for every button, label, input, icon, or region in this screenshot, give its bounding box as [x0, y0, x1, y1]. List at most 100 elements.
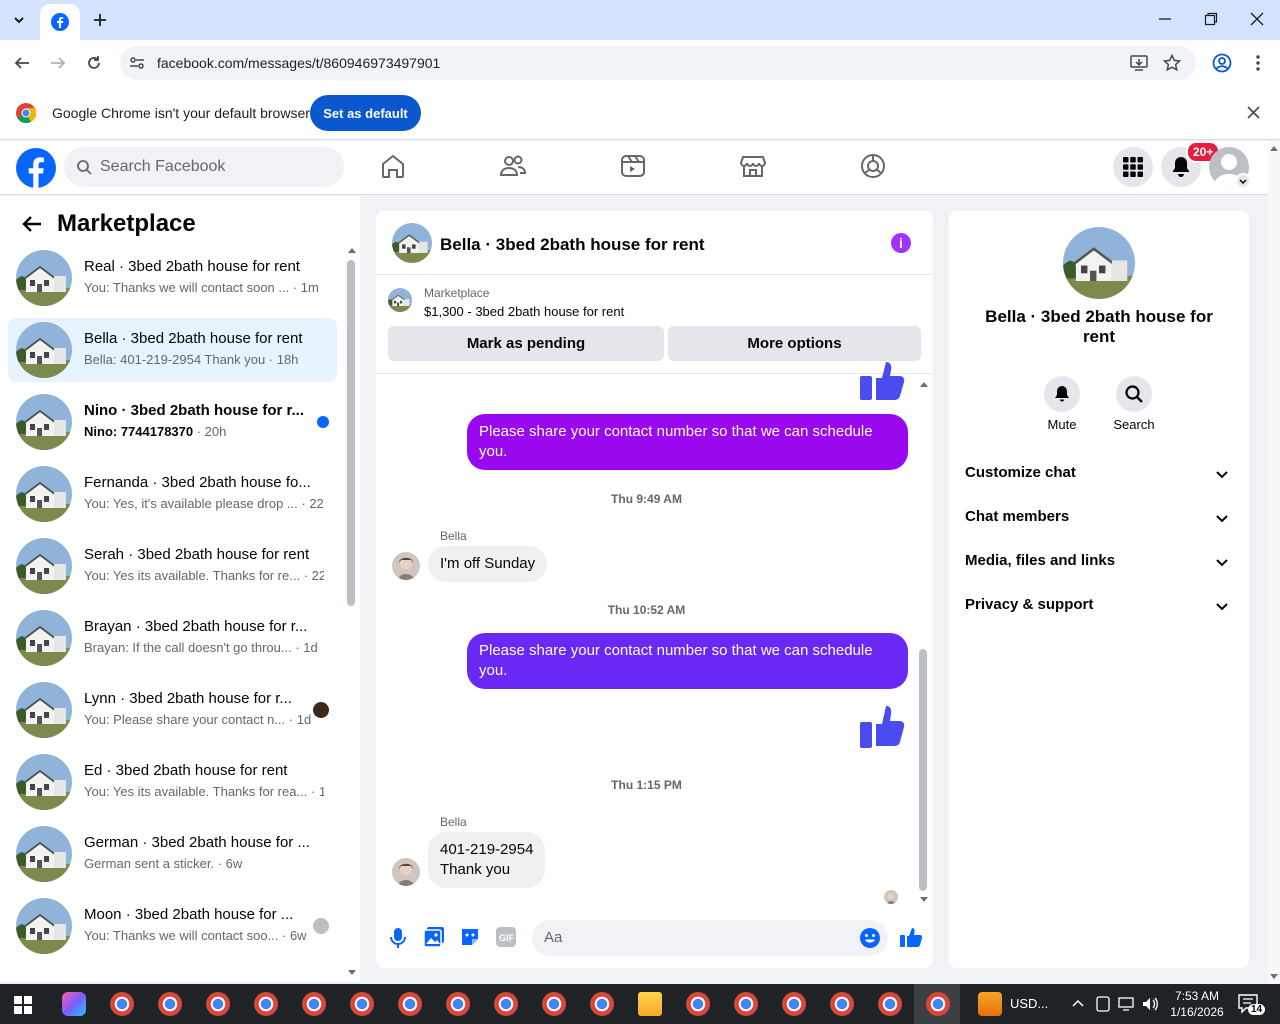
- conversation-item[interactable]: Real · 3bed 2bath house for rent You: Tha…: [8, 246, 337, 310]
- privacy-support-row[interactable]: Privacy & support: [965, 596, 1235, 624]
- gif-icon[interactable]: GIF: [496, 927, 516, 947]
- chat-scroll-down-icon[interactable]: [919, 896, 929, 904]
- conversation-item[interactable]: Fernanda · 3bed 2bath house fo... You: Ye…: [8, 462, 337, 526]
- send-like-icon[interactable]: [900, 927, 922, 947]
- menu-grid-button[interactable]: [1113, 147, 1153, 187]
- sticker-icon[interactable]: [460, 927, 480, 947]
- minimize-icon[interactable]: [1158, 12, 1172, 26]
- install-app-icon[interactable]: [1130, 54, 1148, 72]
- back-arrow-icon[interactable]: [22, 215, 42, 233]
- set-as-default-button[interactable]: Set as default: [310, 95, 421, 131]
- windows-start-icon[interactable]: [14, 996, 32, 1014]
- conversation-item[interactable]: Bella · 3bed 2bath house for rent Bella: …: [8, 318, 337, 382]
- incoming-message[interactable]: 401-219-2954 Thank you: [428, 832, 546, 888]
- chat-scroll-up-icon[interactable]: [919, 380, 929, 388]
- nav-friends-icon[interactable]: [500, 153, 526, 179]
- system-clock[interactable]: 7:53 AM 1/16/2026: [1162, 988, 1232, 1020]
- close-infobar-icon[interactable]: [1247, 106, 1260, 119]
- chrome-taskbar-icon[interactable]: [254, 992, 278, 1016]
- nav-video-icon[interactable]: [620, 153, 646, 179]
- listing-price[interactable]: $1,300 - 3bed 2bath house for rent: [424, 304, 624, 319]
- chat-list-scrollbar[interactable]: [347, 260, 355, 606]
- account-chevron-icon[interactable]: [1235, 173, 1251, 189]
- currency-widget-label[interactable]: USD...: [1010, 996, 1048, 1011]
- address-bar[interactable]: facebook.com/messages/t/860946973497901: [120, 46, 1196, 80]
- bella-avatar[interactable]: [392, 552, 420, 580]
- conversation-item[interactable]: Lynn · 3bed 2bath house for r... You: Ple…: [8, 678, 337, 742]
- file-explorer-icon[interactable]: [638, 992, 662, 1016]
- more-options-button[interactable]: More options: [668, 326, 921, 361]
- chrome-taskbar-icon[interactable]: [590, 992, 614, 1016]
- nav-marketplace-icon[interactable]: [740, 153, 766, 179]
- bella-avatar[interactable]: [392, 858, 420, 886]
- chat-scrollbar[interactable]: [919, 649, 927, 891]
- currency-widget-icon[interactable]: [978, 992, 1002, 1016]
- restore-icon[interactable]: [1204, 12, 1218, 26]
- tray-chevron-icon[interactable]: [1072, 998, 1084, 1008]
- device-icon[interactable]: [1096, 996, 1110, 1012]
- nav-home-icon[interactable]: [381, 153, 405, 179]
- chrome-taskbar-icon[interactable]: [302, 992, 326, 1016]
- chrome-taskbar-icon[interactable]: [686, 992, 710, 1016]
- tab-search-icon[interactable]: [10, 12, 28, 28]
- chrome-taskbar-icon[interactable]: [542, 992, 566, 1016]
- chrome-menu-icon[interactable]: [1250, 54, 1266, 72]
- outgoing-message[interactable]: Please share your contact number so that…: [467, 414, 908, 470]
- volume-icon[interactable]: [1142, 996, 1160, 1012]
- back-icon[interactable]: [14, 55, 30, 71]
- chrome-taskbar-icon-active[interactable]: [926, 992, 950, 1016]
- customize-chat-row[interactable]: Customize chat: [965, 464, 1235, 492]
- media-files-links-row[interactable]: Media, files and links: [965, 552, 1235, 580]
- nav-gaming-icon[interactable]: [860, 153, 886, 179]
- url-text[interactable]: facebook.com/messages/t/860946973497901: [157, 55, 440, 71]
- chat-title[interactable]: Bella · 3bed 2bath house for rent: [440, 235, 705, 255]
- mark-as-pending-button[interactable]: Mark as pending: [388, 326, 664, 361]
- conversation-item[interactable]: German · 3bed 2bath house for ... German …: [8, 822, 337, 886]
- copilot-icon[interactable]: [62, 992, 86, 1016]
- chrome-taskbar-icon[interactable]: [494, 992, 518, 1016]
- chrome-taskbar-icon[interactable]: [206, 992, 230, 1016]
- listing-thumbnail[interactable]: [388, 288, 412, 312]
- photo-icon[interactable]: [424, 927, 444, 947]
- message-input[interactable]: Aa: [532, 920, 888, 956]
- conversation-item[interactable]: Brayan · 3bed 2bath house for r... Brayan…: [8, 606, 337, 670]
- chrome-taskbar-icon[interactable]: [782, 992, 806, 1016]
- conversation-item[interactable]: Ed · 3bed 2bath house for rent You: Yes i…: [8, 750, 337, 814]
- facebook-logo-icon[interactable]: [16, 148, 56, 188]
- chrome-taskbar-icon[interactable]: [350, 992, 374, 1016]
- conversation-item[interactable]: Serah · 3bed 2bath house for rent You: Ye…: [8, 534, 337, 598]
- chrome-taskbar-icon[interactable]: [158, 992, 182, 1016]
- bookmark-star-icon[interactable]: [1163, 54, 1181, 72]
- chrome-taskbar-icon[interactable]: [830, 992, 854, 1016]
- chrome-taskbar-icon[interactable]: [734, 992, 758, 1016]
- active-tab[interactable]: [40, 4, 80, 40]
- profile-icon[interactable]: [1212, 53, 1232, 73]
- new-tab-icon[interactable]: [92, 12, 108, 28]
- preview-time: · 6w: [214, 856, 243, 871]
- mute-button[interactable]: [1044, 376, 1080, 412]
- conversation-item[interactable]: Nino · 3bed 2bath house for r... Nino: 77…: [8, 390, 337, 454]
- scroll-up-icon[interactable]: [347, 246, 357, 254]
- incoming-message[interactable]: I'm off Sunday: [428, 546, 548, 582]
- page-scrollbar[interactable]: [1268, 141, 1280, 984]
- chrome-taskbar-icon[interactable]: [446, 992, 470, 1016]
- search-conversation-button[interactable]: [1116, 376, 1152, 412]
- network-icon[interactable]: [1118, 996, 1136, 1012]
- close-window-icon[interactable]: [1250, 12, 1264, 26]
- site-info-icon[interactable]: [129, 55, 145, 71]
- chat-avatar[interactable]: [392, 223, 432, 263]
- info-icon[interactable]: i: [891, 233, 911, 253]
- reload-icon[interactable]: [86, 55, 102, 71]
- chrome-taskbar-icon[interactable]: [878, 992, 902, 1016]
- facebook-search-input[interactable]: Search Facebook: [64, 147, 344, 187]
- details-avatar[interactable]: [1063, 227, 1135, 299]
- emoji-icon[interactable]: [860, 928, 880, 948]
- outgoing-message[interactable]: Please share your contact number so that…: [467, 633, 908, 689]
- chrome-taskbar-icon[interactable]: [398, 992, 422, 1016]
- scroll-down-icon[interactable]: [347, 969, 357, 977]
- conversation-item[interactable]: Moon · 3bed 2bath house for ... You: Than…: [8, 894, 337, 958]
- microphone-icon[interactable]: [390, 928, 406, 948]
- chrome-taskbar-icon[interactable]: [110, 992, 134, 1016]
- chat-members-row[interactable]: Chat members: [965, 508, 1235, 536]
- forward-icon[interactable]: [50, 55, 66, 71]
